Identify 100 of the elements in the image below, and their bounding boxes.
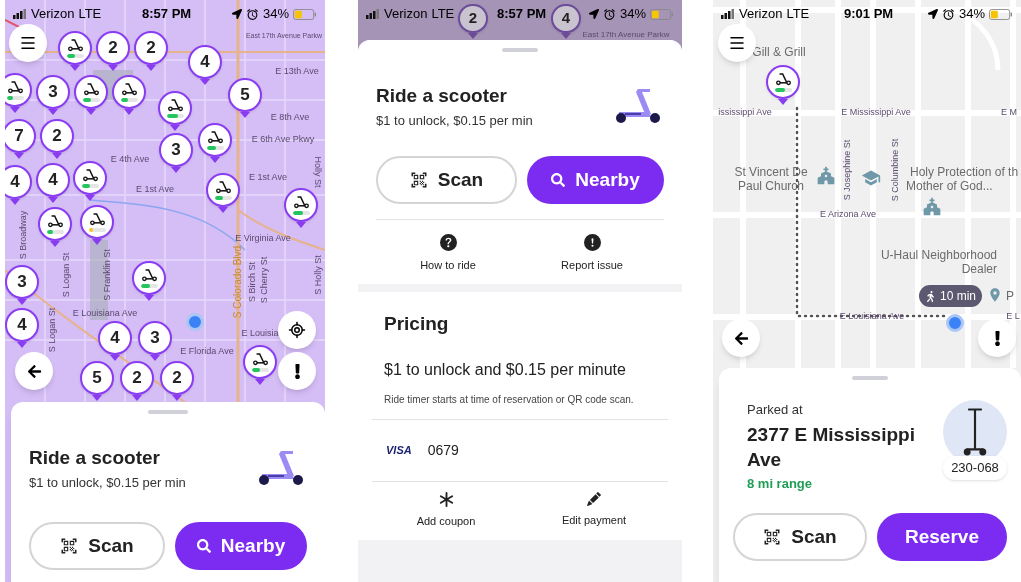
edit-action[interactable]: Edit payment bbox=[520, 492, 668, 530]
battery-icon bbox=[989, 8, 1013, 20]
help-action[interactable]: How to ride bbox=[376, 234, 520, 274]
nearby-button[interactable]: Nearby bbox=[175, 522, 307, 570]
carrier-text: Verizon bbox=[31, 5, 75, 24]
scooter-marker[interactable] bbox=[243, 345, 277, 385]
street-label: S Logan St bbox=[46, 307, 59, 353]
network-text: LTE bbox=[786, 5, 810, 24]
range-text: 8 mi range bbox=[747, 474, 814, 493]
street-label: S Holly St bbox=[312, 255, 325, 295]
scooter-marker[interactable] bbox=[112, 75, 146, 115]
battery-bar bbox=[292, 211, 310, 215]
pricing-note: Ride timer starts at time of reservation or QR code scan. bbox=[384, 393, 635, 407]
battery-bar bbox=[214, 196, 232, 200]
street-label: E M bbox=[1001, 106, 1017, 120]
scooter-icon bbox=[166, 98, 184, 112]
scooter-marker[interactable] bbox=[206, 173, 240, 213]
scan-button[interactable]: Scan bbox=[733, 513, 867, 561]
battery-percent: 34% bbox=[262, 5, 289, 24]
report-button[interactable] bbox=[978, 319, 1016, 357]
battery-bar bbox=[6, 96, 24, 100]
street-label: E 6th Ave Pkwy bbox=[251, 133, 315, 147]
scooter-icon bbox=[120, 82, 138, 96]
scooter-icon bbox=[88, 212, 106, 226]
nearby-button[interactable]: Nearby bbox=[527, 156, 664, 204]
sheet-title: Ride a scooter bbox=[376, 84, 508, 108]
back-button[interactable] bbox=[15, 352, 53, 390]
battery-bar bbox=[140, 284, 158, 288]
street-label: E Louisiana Ave bbox=[839, 310, 905, 324]
street-label: S Birch St bbox=[246, 262, 259, 302]
scooter-marker[interactable] bbox=[198, 123, 232, 163]
place-label: P bbox=[1006, 288, 1014, 305]
alert-icon bbox=[583, 234, 601, 251]
street-label: E Louisiana Ave bbox=[72, 307, 138, 321]
street-label: E 8th Ave bbox=[270, 111, 310, 125]
scooter-marker[interactable] bbox=[284, 188, 318, 228]
menu-button[interactable] bbox=[9, 24, 47, 62]
battery-bar bbox=[88, 228, 106, 232]
street-label: E Arizona Ave bbox=[820, 208, 876, 222]
carrier-text: Verizon bbox=[739, 5, 783, 24]
network-text: LTE bbox=[431, 5, 455, 24]
battery-percent: 34% bbox=[958, 5, 985, 24]
sheet-subtitle: $1 to unlock, $0.15 per min bbox=[376, 111, 533, 130]
street-label: Holly St bbox=[311, 156, 324, 188]
sheet-subtitle: $1 to unlock, $0.15 per min bbox=[29, 473, 186, 492]
scooter-marker[interactable] bbox=[766, 65, 800, 105]
scan-button[interactable]: Scan bbox=[29, 522, 165, 570]
pencil-icon bbox=[587, 492, 601, 506]
back-arrow-icon bbox=[733, 330, 749, 346]
school-pin-icon bbox=[861, 168, 881, 188]
scooter-marker[interactable] bbox=[132, 261, 166, 301]
scooter-marker[interactable] bbox=[58, 31, 92, 71]
church-pin-icon bbox=[816, 166, 836, 186]
street-label: E 1st Ave bbox=[249, 171, 287, 185]
scooter-marker[interactable] bbox=[80, 205, 114, 245]
scan-button[interactable]: Scan bbox=[376, 156, 517, 204]
scooter-marker[interactable] bbox=[73, 161, 107, 201]
sheet-handle[interactable] bbox=[852, 376, 888, 380]
locate-button[interactable] bbox=[278, 311, 316, 349]
locate-icon bbox=[288, 321, 306, 339]
alarm-icon bbox=[602, 7, 616, 21]
place-label: U-Haul Neighborhood Dealer bbox=[879, 248, 997, 276]
sheet-handle[interactable] bbox=[502, 48, 538, 52]
reserve-button[interactable]: Reserve bbox=[877, 513, 1007, 561]
location-arrow-icon bbox=[588, 9, 599, 19]
walk-time-pill: 10 min bbox=[919, 285, 983, 307]
status-time: 8:57 PM bbox=[142, 5, 192, 24]
scooter-id-badge: 230-068 bbox=[943, 456, 1007, 480]
scooter-marker[interactable] bbox=[5, 73, 32, 113]
scooter-icon bbox=[81, 168, 99, 182]
sheet-handle[interactable] bbox=[148, 410, 188, 414]
battery-icon bbox=[293, 8, 317, 20]
scooter-marker[interactable] bbox=[158, 91, 192, 131]
location-arrow-icon bbox=[231, 9, 242, 19]
street-label: S Cherry St bbox=[258, 256, 271, 304]
street-label: E Virginia Ave bbox=[235, 232, 291, 246]
coupon-action[interactable]: Add coupon bbox=[372, 492, 520, 530]
map-pin-icon bbox=[987, 286, 1003, 304]
battery-bar bbox=[82, 98, 100, 102]
menu-icon bbox=[728, 34, 746, 52]
street-label: ississippi Ave bbox=[718, 106, 772, 120]
back-button[interactable] bbox=[722, 319, 760, 357]
battery-percent: 34% bbox=[619, 5, 646, 24]
report-action[interactable]: Report issue bbox=[520, 234, 664, 274]
scooter-marker[interactable] bbox=[38, 207, 72, 247]
street-label: E Louisia bbox=[241, 327, 279, 341]
street-label: E Mississippi Ave bbox=[841, 106, 911, 120]
sheet-title: Ride a scooter bbox=[29, 446, 161, 470]
street-label: S Broadway bbox=[17, 210, 30, 260]
walking-icon bbox=[925, 290, 936, 302]
parked-label: Parked at bbox=[747, 401, 804, 419]
report-button[interactable] bbox=[278, 352, 316, 390]
street-label: E L bbox=[1006, 310, 1020, 324]
qr-code-icon bbox=[409, 171, 428, 189]
scooter-icon bbox=[292, 195, 310, 209]
battery-bar bbox=[251, 368, 269, 372]
street-label: E Florida Ave bbox=[180, 345, 234, 359]
menu-icon bbox=[19, 34, 37, 52]
alarm-icon bbox=[245, 7, 259, 21]
scooter-marker[interactable] bbox=[74, 75, 108, 115]
